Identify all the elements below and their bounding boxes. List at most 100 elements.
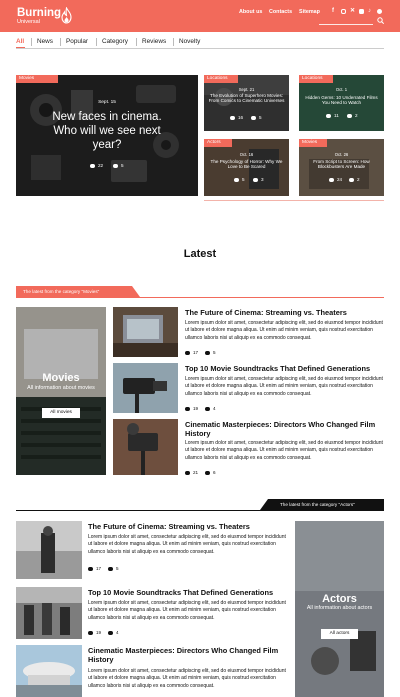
hero-card-2-views: 11 <box>326 113 339 118</box>
nav-item-popular[interactable]: Popular <box>66 38 88 45</box>
nav-item-category[interactable]: Category <box>102 38 128 45</box>
hero-main-date: Sept. 15 <box>98 100 116 105</box>
comment-icon <box>347 114 352 118</box>
hero-card-2-title[interactable]: Hidden Gems: 10 Underrated Films You Nee… <box>303 95 380 106</box>
eye-icon <box>326 114 331 118</box>
hero-card-3-date: Oct. 16 <box>239 152 254 157</box>
hero-card-1-views: 16 <box>230 115 243 120</box>
article-thumb[interactable] <box>16 521 82 579</box>
nav-item-novelty[interactable]: Novelty <box>179 38 200 45</box>
article-title[interactable]: Top 10 Movie Soundtracks That Defined Ge… <box>88 588 286 597</box>
hero-card-3-comments: 3 <box>253 177 264 182</box>
eye-icon <box>230 116 235 120</box>
hero-card-2[interactable]: Locations Oct. 1 Hidden Gems: 10 Underra… <box>299 75 384 131</box>
article-comments: 4 <box>108 630 119 635</box>
nav-separator <box>136 38 137 46</box>
article-thumb[interactable] <box>113 419 178 475</box>
article-views: 21 <box>185 470 198 475</box>
hero-main-title[interactable]: New faces in cinema. Who will we see nex… <box>42 110 172 152</box>
hero-card-1-date: Sept. 21 <box>238 87 255 92</box>
article-title[interactable]: The Future of Cinema: Streaming vs. Thea… <box>88 522 286 531</box>
article-image <box>113 419 178 475</box>
hero-card-4[interactable]: Movies Oct. 26 From Script to Screen: Ho… <box>299 139 384 196</box>
comment-icon <box>205 471 210 475</box>
movies-section-ribbon: The latest from the category "Movies" <box>16 286 140 297</box>
link-sitemap[interactable]: Sitemap <box>299 9 320 15</box>
hero-card-4-title[interactable]: From Script to Screen: How Blockbusters … <box>303 159 380 170</box>
actors-category-panel[interactable]: Actors All information about actors All … <box>295 521 384 697</box>
article-excerpt: Lorem ipsum dolor sit amet, consectetur … <box>88 534 286 555</box>
comment-icon <box>108 631 113 635</box>
comment-icon <box>108 567 113 571</box>
search-input[interactable] <box>319 24 373 25</box>
hero-main-card[interactable]: Movies Sept. 15 New faces in cinema. Who… <box>16 75 198 196</box>
nav-item-reviews[interactable]: Reviews <box>142 38 166 45</box>
comment-icon <box>251 116 256 120</box>
article-title[interactable]: Cinematic Masterpieces: Directors Who Ch… <box>88 646 286 664</box>
eye-icon <box>329 178 334 182</box>
comment-icon <box>205 351 210 355</box>
article-title[interactable]: Cinematic Masterpieces: Directors Who Ch… <box>185 420 384 438</box>
article-title[interactable]: Top 10 Movie Soundtracks That Defined Ge… <box>185 364 384 373</box>
pinterest-icon[interactable] <box>377 9 382 14</box>
article-excerpt: Lorem ipsum dolor sit amet, consectetur … <box>185 440 383 461</box>
article-excerpt: Lorem ipsum dolor sit amet, consectetur … <box>185 376 383 397</box>
hero-divider <box>204 200 384 201</box>
actors-section-ribbon: The latest from the category "Actors" <box>260 499 384 510</box>
hero-main-comments: 5 <box>113 163 124 168</box>
article-thumb[interactable] <box>16 645 82 697</box>
article-title[interactable]: The Future of Cinema: Streaming vs. Thea… <box>185 308 384 317</box>
hero-main-tag[interactable]: Movies <box>16 75 58 83</box>
nav-separator <box>31 38 32 46</box>
hero-card-4-tag[interactable]: Movies <box>299 139 327 147</box>
hero-card-1[interactable]: Locations Sept. 21 The Evolution of Supe… <box>204 75 289 131</box>
movies-panel-subtitle: All information about movies <box>27 385 95 391</box>
instagram-icon[interactable] <box>341 9 346 14</box>
x-icon[interactable]: ✕ <box>350 8 355 14</box>
all-actors-button[interactable]: All actors <box>321 629 358 639</box>
link-about-us[interactable]: About us <box>239 9 262 15</box>
hero-card-3-title[interactable]: The Psychology of Horror: Why We Love to… <box>208 159 285 170</box>
tiktok-icon[interactable]: ♪ <box>368 8 373 14</box>
eye-icon <box>185 471 190 475</box>
site-header: Burning Universal About us Contacts Site… <box>0 0 400 32</box>
eye-icon <box>185 407 190 411</box>
hero-card-3[interactable]: Actors Oct. 16 The Psychology of Horror:… <box>204 139 289 196</box>
comment-icon <box>205 407 210 411</box>
logo-title[interactable]: Burning <box>17 7 61 19</box>
hero-card-1-tag[interactable]: Locations <box>204 75 238 83</box>
article-image <box>113 363 178 413</box>
actors-panel-subtitle: All information about actors <box>306 605 373 611</box>
hero-card-3-tag[interactable]: Actors <box>204 139 232 147</box>
category-nav: All News Popular Category Reviews Novelt… <box>0 34 400 48</box>
link-contacts[interactable]: Contacts <box>269 9 292 15</box>
eye-icon <box>185 351 190 355</box>
flame-logo-icon[interactable] <box>60 7 73 24</box>
search-icon[interactable] <box>377 17 384 24</box>
article-views: 17 <box>185 350 198 355</box>
eye-icon <box>90 164 95 168</box>
hero-card-2-comments: 2 <box>347 113 358 118</box>
movies-section-line <box>16 297 384 298</box>
hero-card-2-date: Oct. 1 <box>335 87 348 92</box>
youtube-icon[interactable] <box>359 9 364 14</box>
article-thumb[interactable] <box>16 587 82 639</box>
hero-card-4-views: 24 <box>329 177 342 182</box>
eye-icon <box>234 178 239 182</box>
all-movies-button[interactable]: All movies <box>42 408 80 418</box>
hero-card-1-title[interactable]: The Evolution of Superhero Movies: From … <box>208 93 285 104</box>
hero-card-2-tag[interactable]: Locations <box>299 75 333 83</box>
article-thumb[interactable] <box>113 363 178 413</box>
movies-panel-title: Movies <box>42 372 80 384</box>
article-comments: 5 <box>205 350 216 355</box>
logo-subtitle: Universal <box>17 19 40 25</box>
nav-separator <box>173 38 174 46</box>
article-excerpt: Lorem ipsum dolor sit amet, consectetur … <box>185 320 383 341</box>
latest-heading: Latest <box>183 248 217 260</box>
nav-item-news[interactable]: News <box>37 38 53 45</box>
facebook-icon[interactable]: f <box>332 8 337 14</box>
nav-divider <box>16 48 384 49</box>
nav-item-all[interactable]: All <box>16 38 24 45</box>
article-thumb[interactable] <box>113 307 178 357</box>
movies-category-panel[interactable]: Movies All information about movies All … <box>16 307 106 475</box>
